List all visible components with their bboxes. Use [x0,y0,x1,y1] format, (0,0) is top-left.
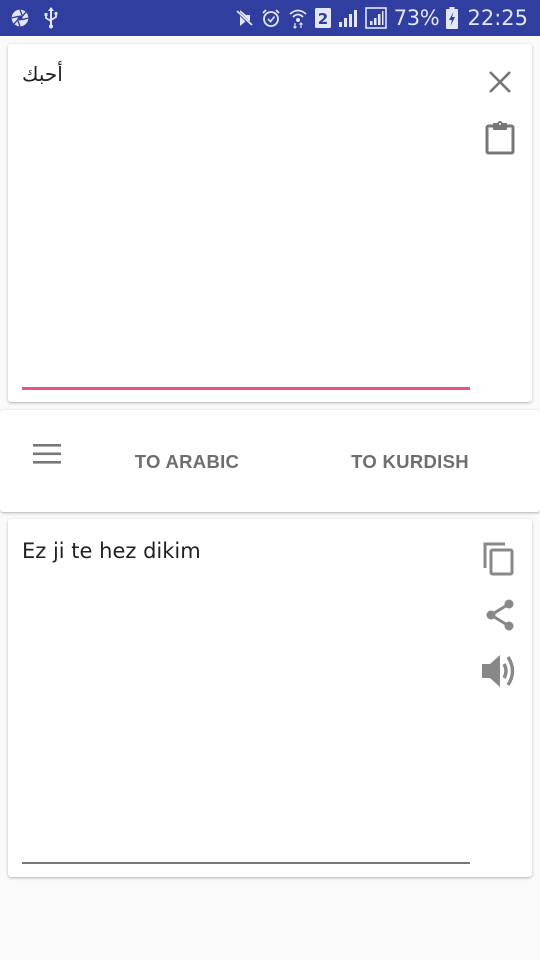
usb-icon [44,7,58,29]
source-input-underline [22,387,470,390]
clipboard-icon [485,121,515,155]
paste-button[interactable] [478,116,522,160]
menu-button[interactable] [25,434,69,478]
status-bar: 2 73% 22:25 [0,0,540,36]
signal-boxed-icon [364,7,387,29]
language-toolbar: TO ARABIC TO KURDISH [0,410,540,512]
sim2-icon: 2 [314,8,331,28]
mute-icon [234,8,254,28]
source-text-input[interactable]: أحبك [22,62,462,86]
signal-icon [338,9,358,27]
battery-charging-icon [446,7,459,29]
to-kurdish-button[interactable]: TO KURDISH [340,440,480,484]
copy-button[interactable] [477,537,521,581]
translation-output-card: Ez ji te hez dikim [8,519,532,877]
share-button[interactable] [478,593,522,637]
alarm-icon [261,8,281,28]
clear-button[interactable] [478,60,522,104]
wifi-icon [288,7,308,29]
close-icon [488,70,512,94]
share-icon [485,599,515,631]
copy-icon [483,542,515,576]
svg-text:2: 2 [317,10,327,28]
source-input-card: أحبك [8,44,532,402]
hamburger-menu-icon [33,443,61,469]
output-underline [22,862,470,864]
clock: 22:25 [467,6,528,30]
battery-percent: 73% [393,6,440,30]
to-arabic-button[interactable]: TO ARABIC [120,440,254,484]
camera-aperture-icon [10,8,30,28]
translated-text: Ez ji te hez dikim [22,539,201,563]
volume-icon [481,653,519,689]
speak-button[interactable] [478,649,522,693]
